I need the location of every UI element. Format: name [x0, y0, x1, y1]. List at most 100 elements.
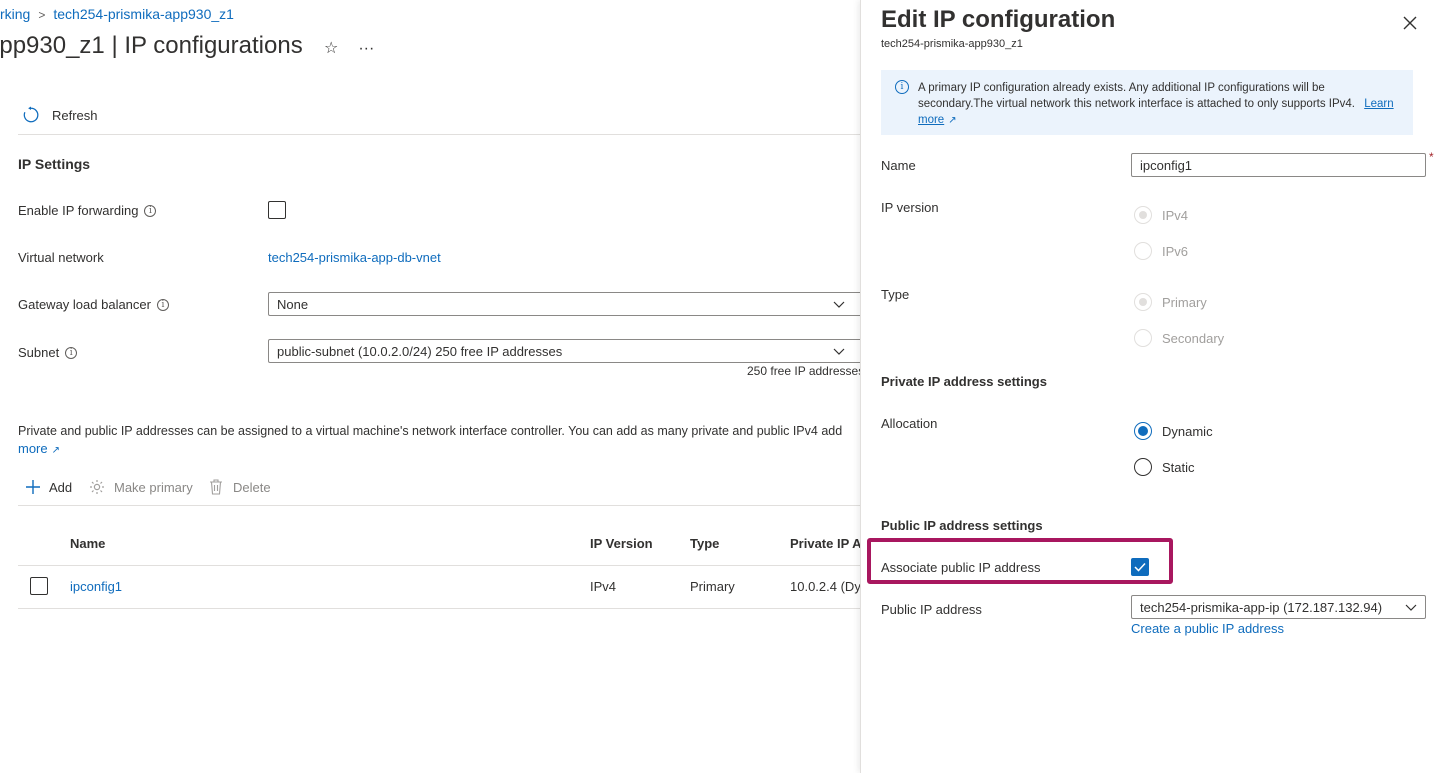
create-public-ip-link[interactable]: Create a public IP address [1131, 621, 1284, 636]
add-icon [26, 480, 40, 494]
add-label: Add [49, 479, 73, 495]
subnet-value: public-subnet (10.0.2.0/24) 250 free IP … [277, 343, 563, 359]
table-row: ipconfig1 IPv4 Primary 10.0.2.4 (Dyn [18, 566, 860, 608]
breadcrumb-item-nic[interactable]: tech254-prismika-app930_z1 [53, 6, 234, 22]
info-icon[interactable]: i [156, 298, 169, 311]
virtual-network-label: Virtual network [18, 250, 104, 265]
refresh-button[interactable]: Refresh [52, 108, 98, 123]
ip-description: Private and public IP addresses can be a… [18, 424, 843, 438]
type-label: Type [881, 287, 910, 302]
private-ip-section-heading: Private IP address settings [881, 374, 1047, 389]
panel-title: Edit IP configuration [881, 6, 1116, 33]
chevron-down-icon [1405, 604, 1417, 611]
row-type: Primary [690, 579, 735, 594]
column-header-private-ip[interactable]: Private IP A [790, 536, 860, 551]
refresh-icon[interactable] [22, 106, 40, 124]
type-primary-label: Primary [1162, 294, 1207, 310]
name-input[interactable] [1131, 153, 1426, 177]
type-option-secondary[interactable]: Secondary [1134, 329, 1224, 347]
breadcrumb-separator-icon: > [38, 8, 46, 22]
enable-ip-forwarding-checkbox[interactable] [268, 201, 286, 219]
row-select-checkbox[interactable] [30, 577, 48, 595]
ip-version-label: IP version [881, 200, 939, 215]
close-icon [1403, 16, 1417, 30]
chevron-down-icon [833, 348, 845, 355]
make-primary-button[interactable]: Make primary [89, 479, 193, 495]
external-link-icon: ↗ [51, 445, 61, 456]
ellipsis-icon[interactable]: ··· [358, 40, 374, 57]
column-header-type[interactable]: Type [690, 536, 719, 551]
title-actions: ☆ ··· [324, 38, 394, 58]
toolbar-divider [18, 134, 860, 135]
allocation-dynamic-radio[interactable] [1134, 422, 1152, 440]
delete-label: Delete [233, 479, 271, 495]
allocation-static-radio[interactable] [1134, 458, 1152, 476]
page-title: app930_z1 | IP configurations [0, 32, 303, 59]
chevron-down-icon [833, 301, 845, 308]
associate-public-ip-label: Associate public IP address [881, 560, 1041, 575]
info-icon: i [895, 80, 909, 94]
type-primary-radio[interactable] [1134, 293, 1152, 311]
ip-version-ipv6-radio[interactable] [1134, 242, 1152, 260]
ip-version-ipv4-radio[interactable] [1134, 206, 1152, 224]
ip-version-option-ipv6[interactable]: IPv6 [1134, 242, 1188, 260]
public-ip-address-label: Public IP address [881, 602, 982, 617]
column-header-ip-version[interactable]: IP Version [590, 536, 653, 551]
subnet-text: Subnet [18, 345, 60, 360]
subnet-dropdown[interactable]: public-subnet (10.0.2.0/24) 250 free IP … [268, 339, 860, 363]
associate-public-ip-checkbox[interactable] [1131, 558, 1149, 576]
row-name-link[interactable]: ipconfig1 [70, 579, 122, 594]
breadcrumb-item-networking[interactable]: rking [0, 6, 30, 22]
type-option-primary[interactable]: Primary [1134, 293, 1207, 311]
allocation-option-static[interactable]: Static [1134, 458, 1195, 476]
commands-divider [18, 505, 860, 506]
info-icon[interactable]: i [144, 204, 157, 217]
gateway-load-balancer-label: Gateway load balancer i [18, 297, 169, 312]
ip-version-ipv4-label: IPv4 [1162, 207, 1189, 223]
row-ip-version: IPv4 [590, 579, 617, 594]
learn-more-link[interactable]: more [18, 441, 48, 456]
checkmark-icon [1134, 562, 1146, 572]
ip-version-option-ipv4[interactable]: IPv4 [1134, 206, 1188, 224]
ip-settings-heading: IP Settings [18, 156, 91, 172]
type-secondary-label: Secondary [1162, 330, 1225, 346]
subnet-hint: 250 free IP addresses [747, 364, 860, 378]
star-icon[interactable]: ☆ [324, 40, 338, 57]
breadcrumb: rking > tech254-prismika-app930_z1 [0, 6, 234, 22]
info-banner: i A primary IP configuration already exi… [881, 70, 1413, 135]
name-label: Name [881, 158, 916, 173]
public-ip-section-heading: Public IP address settings [881, 518, 1043, 533]
subnet-label: Subnet i [18, 345, 78, 360]
public-ip-address-dropdown[interactable]: tech254-prismika-app-ip (172.187.132.94) [1131, 595, 1426, 619]
type-secondary-radio[interactable] [1134, 329, 1152, 347]
allocation-option-dynamic[interactable]: Dynamic [1134, 422, 1213, 440]
close-button[interactable] [1399, 12, 1421, 34]
allocation-dynamic-label: Dynamic [1162, 423, 1213, 439]
gateway-load-balancer-value: None [277, 296, 309, 312]
external-link-icon: ↗ [948, 115, 957, 126]
required-indicator: * [1429, 150, 1434, 164]
make-primary-label: Make primary [114, 479, 193, 495]
toolbar: Refresh [22, 106, 98, 124]
column-header-name[interactable]: Name [70, 536, 105, 551]
virtual-network-link[interactable]: tech254-prismika-app-db-vnet [268, 250, 441, 265]
learn-more-link-wrap: more ↗ [18, 441, 60, 456]
info-banner-text: A primary IP configuration already exist… [918, 82, 1355, 110]
row-private-ip: 10.0.2.4 (Dyn [790, 579, 860, 594]
gateway-load-balancer-dropdown[interactable]: None [268, 292, 860, 316]
panel-subtitle: tech254-prismika-app930_z1 [881, 38, 1023, 50]
ip-version-ipv6-label: IPv6 [1162, 243, 1189, 259]
enable-ip-forwarding-text: Enable IP forwarding [18, 203, 139, 218]
trash-icon [210, 479, 222, 495]
add-button[interactable]: Add [25, 479, 72, 495]
gear-icon [90, 480, 104, 494]
enable-ip-forwarding-label: Enable IP forwarding i [18, 203, 157, 218]
allocation-static-label: Static [1162, 459, 1195, 475]
main-page: rking > tech254-prismika-app930_z1 app930_… [0, 0, 860, 773]
public-ip-address-value: tech254-prismika-app-ip (172.187.132.94) [1140, 599, 1383, 615]
delete-button[interactable]: Delete [209, 479, 271, 495]
allocation-label: Allocation [881, 416, 938, 431]
gateway-load-balancer-text: Gateway load balancer [18, 297, 151, 312]
info-icon[interactable]: i [65, 346, 78, 359]
edit-ip-configuration-panel: Edit IP configuration tech254-prismika-a… [860, 0, 1438, 773]
